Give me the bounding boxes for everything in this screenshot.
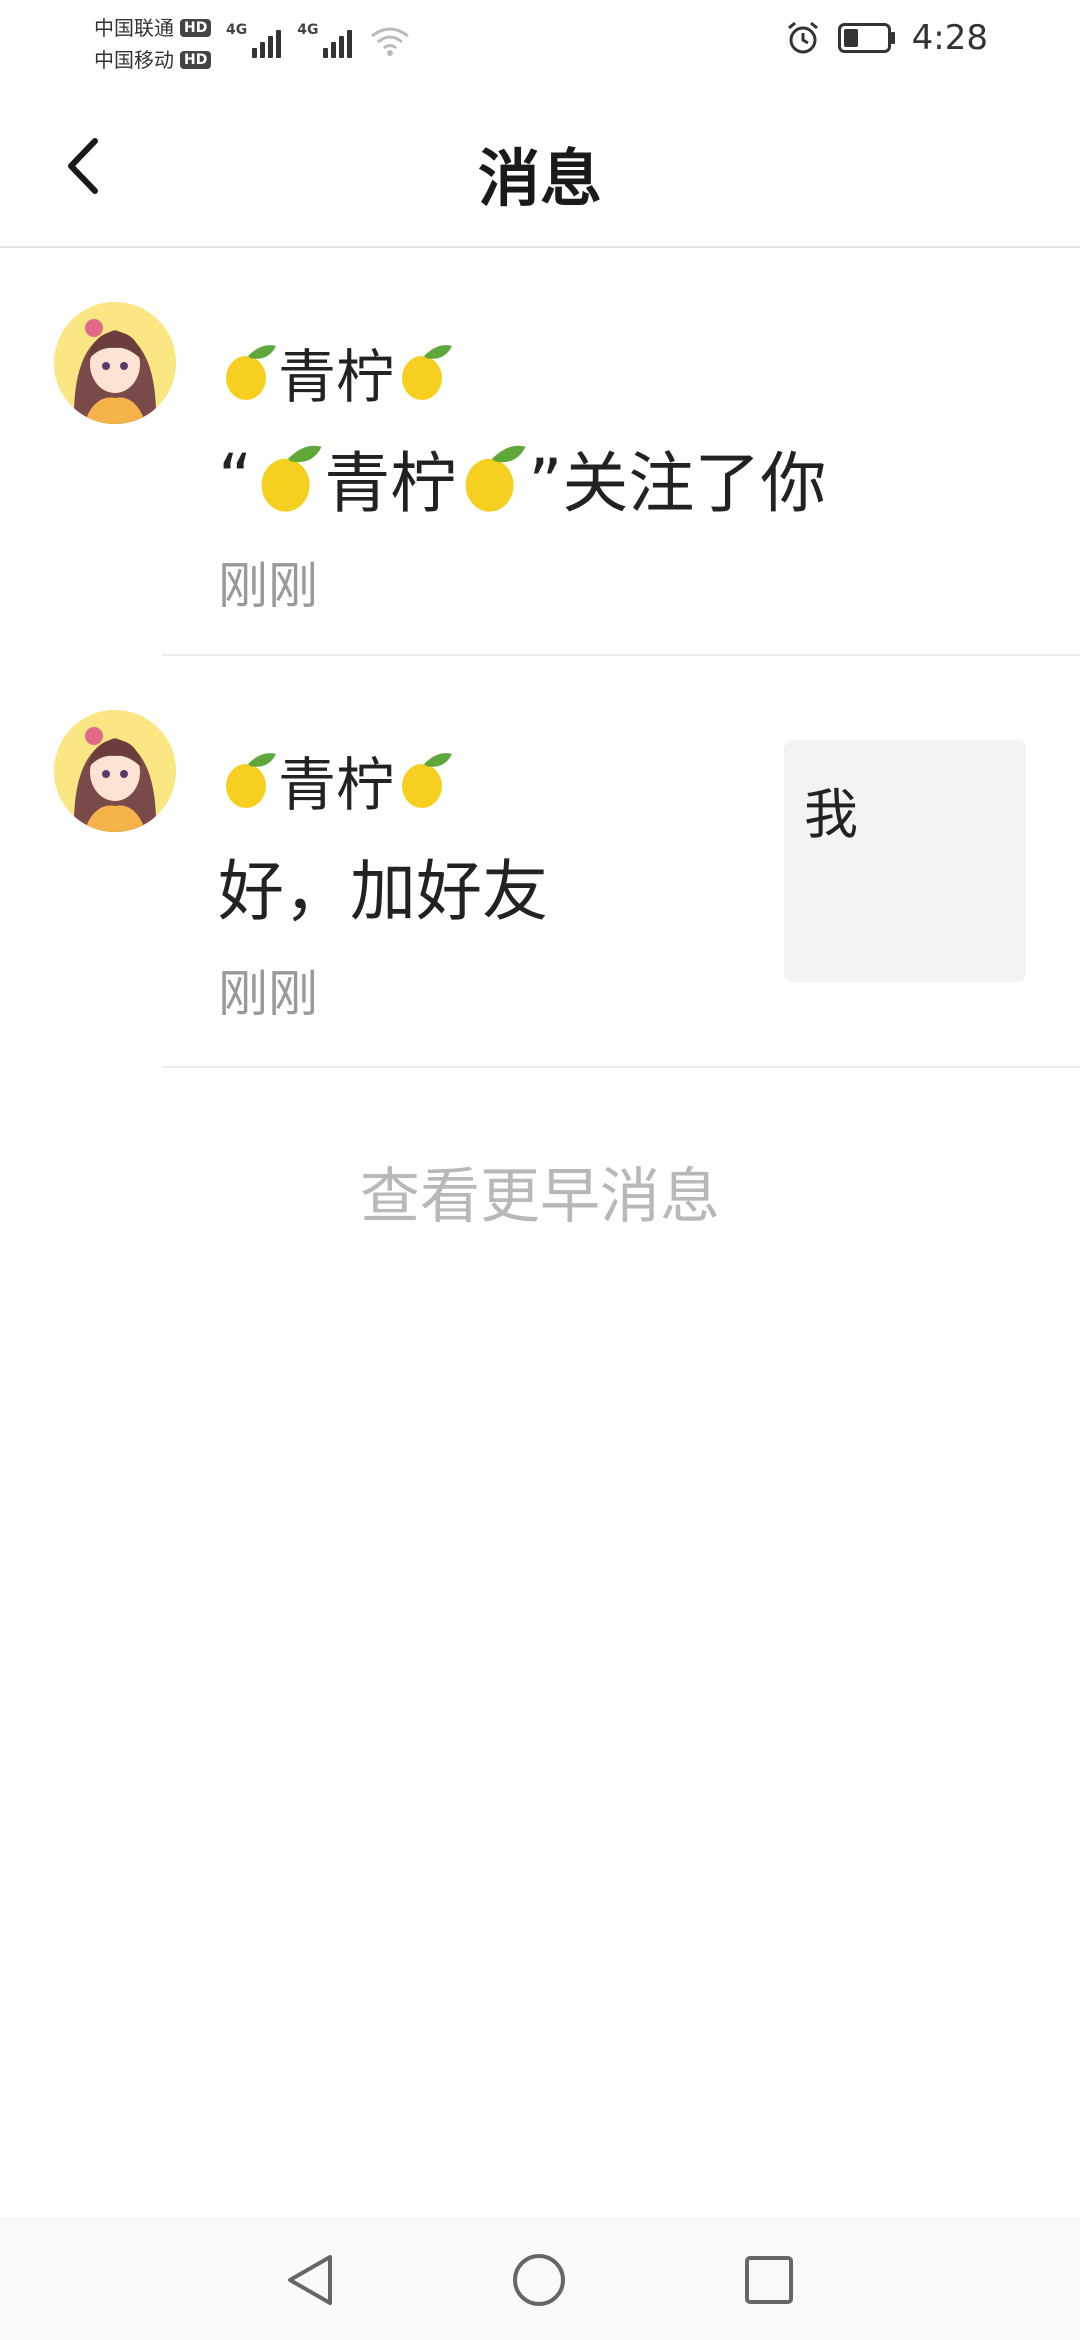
message-item[interactable]: 青柠 “ 青柠 ”关注了你 刚刚 bbox=[0, 250, 1080, 656]
status-bar: 中国联通 HD 中国移动 HD 4G 4G 4:28 bbox=[0, 0, 1080, 90]
signal-indicators: 4G 4G bbox=[226, 22, 412, 58]
status-right: 4:28 bbox=[784, 18, 988, 58]
lemon-emoji-icon bbox=[226, 345, 276, 400]
view-earlier-messages-link[interactable]: 查看更早消息 bbox=[0, 1148, 1080, 1235]
network-type-1: 4G bbox=[226, 22, 248, 38]
message-time: 刚刚 bbox=[218, 557, 318, 615]
hd-badge: HD bbox=[180, 51, 212, 69]
divider bbox=[162, 654, 1080, 656]
nav-back-button[interactable] bbox=[276, 2247, 342, 2313]
network-type-2: 4G bbox=[297, 22, 319, 38]
lemon-emoji-icon bbox=[402, 753, 453, 808]
quote-open: “ bbox=[218, 439, 253, 517]
top-app-bar: 消息 bbox=[0, 90, 1080, 248]
triangle-back-icon bbox=[288, 2255, 332, 2305]
sender-name: 青柠 bbox=[218, 330, 454, 414]
lemon-emoji-icon bbox=[465, 445, 526, 512]
message-mention-name: 青柠 bbox=[324, 445, 457, 522]
avatar[interactable] bbox=[54, 710, 176, 832]
sender-name-text: 青柠 bbox=[278, 343, 395, 411]
nav-recents-button[interactable] bbox=[736, 2247, 802, 2313]
wifi-icon bbox=[368, 22, 412, 58]
referenced-content-card[interactable]: 我 bbox=[784, 740, 1026, 982]
carrier-1-label: 中国联通 bbox=[94, 16, 174, 40]
nav-home-button[interactable] bbox=[506, 2247, 572, 2313]
message-text: 好，加好友 bbox=[218, 853, 548, 930]
alarm-icon bbox=[787, 21, 818, 54]
carrier-info: 中国联通 HD 中国移动 HD bbox=[94, 12, 212, 76]
referenced-content-text: 我 bbox=[804, 783, 858, 846]
carrier-2-label: 中国移动 bbox=[94, 48, 174, 72]
signal-2-icon: 4G bbox=[297, 22, 353, 58]
hd-badge: HD bbox=[180, 19, 212, 37]
sender-name: 青柠 bbox=[218, 738, 454, 822]
system-navigation-bar bbox=[0, 2218, 1080, 2340]
message-time: 刚刚 bbox=[218, 965, 318, 1023]
avatar[interactable] bbox=[54, 302, 176, 424]
signal-1-icon: 4G bbox=[226, 22, 282, 58]
message-item[interactable]: 青柠 好，加好友 刚刚 我 bbox=[0, 658, 1080, 1068]
lemon-emoji-icon bbox=[226, 753, 276, 808]
circle-home-icon bbox=[513, 2254, 565, 2306]
battery-icon bbox=[837, 23, 895, 53]
messages-screen: 中国联通 HD 中国移动 HD 4G 4G 4:28 消息 青柠 “ 青柠 ”关… bbox=[0, 0, 1080, 2340]
lemon-emoji-icon bbox=[261, 445, 322, 512]
page-title: 消息 bbox=[477, 142, 602, 215]
sender-name-text: 青柠 bbox=[278, 751, 395, 819]
message-text: “ 青柠 ”关注了你 bbox=[218, 430, 826, 526]
clock-time: 4:28 bbox=[911, 18, 988, 58]
lemon-emoji-icon bbox=[402, 345, 453, 400]
square-recents-icon bbox=[745, 2256, 793, 2304]
message-action-text: ”关注了你 bbox=[528, 445, 827, 522]
divider bbox=[162, 1066, 1080, 1068]
